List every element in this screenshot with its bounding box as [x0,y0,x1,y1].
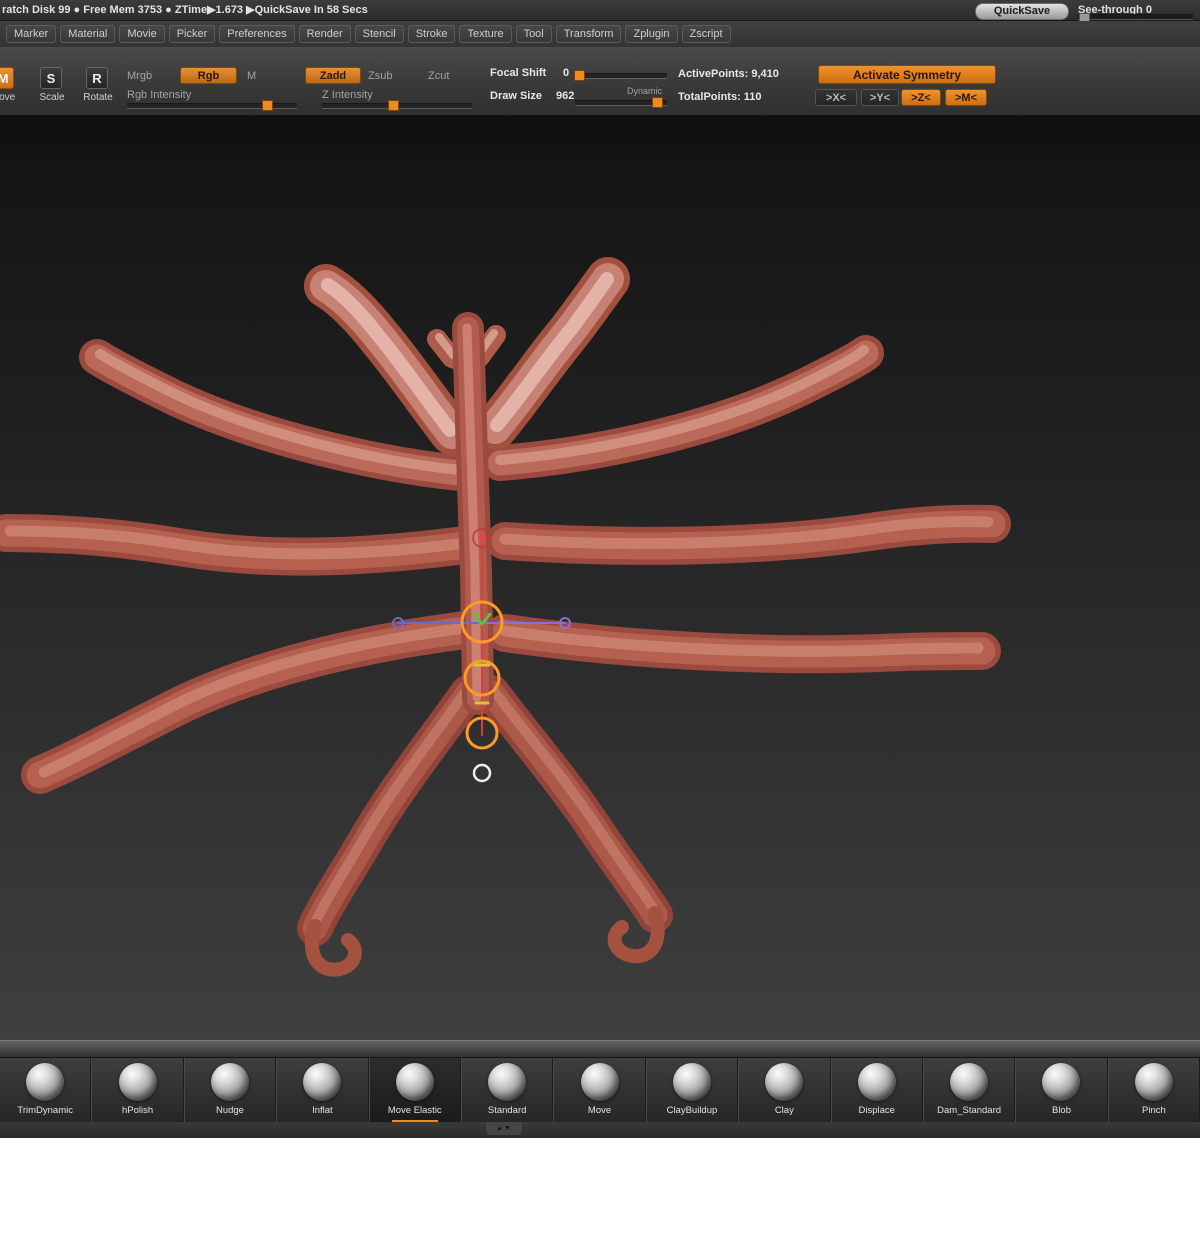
total-points: TotalPoints: 110 [678,91,762,103]
brush-dam-standard[interactable]: Dam_Standard [923,1058,1015,1123]
activate-symmetry-button[interactable]: Activate Symmetry [818,65,996,84]
brush-sphere-icon [950,1063,988,1101]
z-intensity-label: Z Intensity [322,89,373,101]
menu-zscript[interactable]: Zscript [682,25,731,43]
menu-render[interactable]: Render [299,25,351,43]
zcut-button[interactable]: Zcut [428,70,449,82]
scale-mode-button[interactable]: S [40,67,62,89]
zbrush-window: ratch Disk 99 ● Free Mem 3753 ● ZTime▶1.… [0,0,1200,1233]
top-toolbar: M Move S Scale R Rotate Mrgb Rgb M Rgb I… [0,47,1200,115]
m-button[interactable]: M [247,70,256,82]
canvas-top-border [0,115,1200,143]
menu-bar: Marker Material Movie Picker Preferences… [0,21,1200,47]
see-through-slider[interactable] [1078,14,1193,20]
move-mode-button[interactable]: M [0,67,14,89]
brush-shelf: TrimDynamic hPolish Nudge Inflat Move El… [0,1057,1200,1123]
brush-sphere-icon [303,1063,341,1101]
symmetry-x-button[interactable]: >X< [815,89,857,106]
brush-sphere-icon [673,1063,711,1101]
brush-displace[interactable]: Displace [831,1058,923,1123]
mrgb-button[interactable]: Mrgb [127,70,152,82]
brush-sphere-icon [26,1063,64,1101]
spider-model[interactable] [0,143,1200,1040]
menu-picker[interactable]: Picker [169,25,216,43]
brush-hpolish[interactable]: hPolish [91,1058,183,1123]
shelf-bottom-bar [0,1122,1200,1138]
brush-inflat[interactable]: Inflat [276,1058,368,1123]
zadd-button[interactable]: Zadd [305,67,361,84]
canvas-bottom-strip [0,1040,1200,1058]
brush-move[interactable]: Move [553,1058,645,1123]
status-text: ratch Disk 99 ● Free Mem 3753 ● ZTime▶1.… [2,3,368,16]
menu-stencil[interactable]: Stencil [355,25,404,43]
rotate-mode-label: Rotate [76,92,120,103]
menu-transform[interactable]: Transform [556,25,622,43]
quicksave-button[interactable]: QuickSave [975,3,1069,20]
move-mode-label: Move [0,92,20,103]
brush-sphere-icon [858,1063,896,1101]
zsub-button[interactable]: Zsub [368,70,392,82]
menu-zplugin[interactable]: Zplugin [625,25,677,43]
symmetry-z-button[interactable]: >Z< [901,89,941,106]
status-bar: ratch Disk 99 ● Free Mem 3753 ● ZTime▶1.… [0,0,1200,21]
brush-sphere-icon [119,1063,157,1101]
z-intensity-handle[interactable] [388,100,399,111]
brush-standard[interactable]: Standard [461,1058,553,1123]
dynamic-label: Dynamic [627,86,662,96]
menu-texture[interactable]: Texture [459,25,511,43]
menu-stroke[interactable]: Stroke [408,25,456,43]
brush-sphere-icon [581,1063,619,1101]
brush-sphere-icon [396,1063,434,1101]
rgb-intensity-handle[interactable] [262,100,273,111]
brush-claybuildup[interactable]: ClayBuildup [646,1058,738,1123]
rotate-mode-button[interactable]: R [86,67,108,89]
draw-size-handle[interactable] [652,97,663,108]
middle-legs[interactable] [6,522,992,557]
rgb-intensity-label: Rgb Intensity [127,89,191,101]
scale-mode-label: Scale [34,92,70,103]
focal-shift-label: Focal Shift [490,67,546,79]
focal-shift-handle[interactable] [574,70,585,81]
symmetry-y-button[interactable]: >Y< [861,89,899,106]
focal-shift-slider[interactable] [575,73,667,79]
menu-preferences[interactable]: Preferences [219,25,294,43]
menu-marker[interactable]: Marker [6,25,56,43]
shelf-scroll-arrows[interactable]: ▲▼ [486,1122,522,1135]
menu-tool[interactable]: Tool [516,25,552,43]
brush-nudge[interactable]: Nudge [184,1058,276,1123]
menu-movie[interactable]: Movie [119,25,164,43]
see-through-control[interactable]: See-through 0 [1078,0,1196,20]
brush-move-elastic[interactable]: Move Elastic [369,1058,461,1123]
brush-trimdynamic[interactable]: TrimDynamic [0,1058,91,1123]
brush-blob[interactable]: Blob [1015,1058,1107,1123]
brush-sphere-icon [1042,1063,1080,1101]
body[interactable] [467,328,478,699]
draw-size-value: 962 [556,90,574,102]
draw-size-label: Draw Size [490,90,542,102]
bottom-legs[interactable] [312,691,658,970]
rgb-button[interactable]: Rgb [180,67,237,84]
brush-clay[interactable]: Clay [738,1058,830,1123]
brush-sphere-icon [765,1063,803,1101]
focal-shift-value: 0 [563,67,569,79]
menu-material[interactable]: Material [60,25,115,43]
symmetry-m-button[interactable]: >M< [945,89,987,106]
brush-pinch[interactable]: Pinch [1108,1058,1200,1123]
brush-sphere-icon [488,1063,526,1101]
sculpt-canvas[interactable] [0,143,1200,1040]
brush-sphere-icon [1135,1063,1173,1101]
brush-sphere-icon [211,1063,249,1101]
active-points: ActivePoints: 9,410 [678,68,779,80]
